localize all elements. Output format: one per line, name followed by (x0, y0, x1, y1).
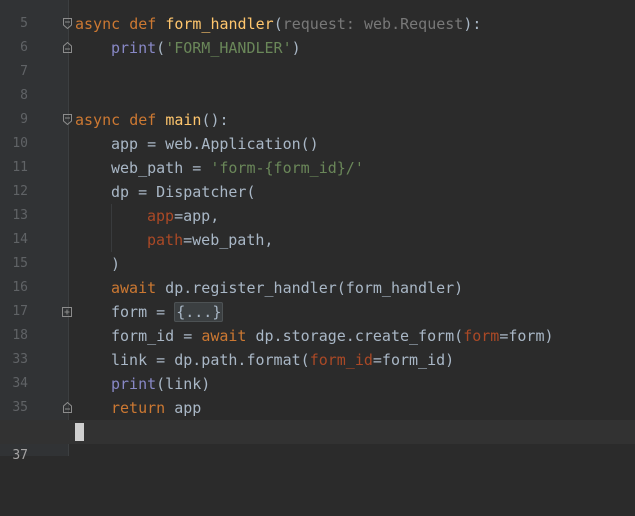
code-lines: 5 6 async def form_handler(request: web.… (0, 0, 635, 463)
code-line[interactable]: 5 (0, 0, 635, 31)
code-line[interactable]: 18 form = {...} (0, 300, 635, 343)
code-line[interactable]: 34 link = dp.path.format(form_id=form_id… (0, 348, 635, 391)
code-line[interactable]: 15 path=web_path, (0, 228, 635, 271)
code-line[interactable]: 12 web_path = 'form-{form_id}/' (0, 156, 635, 199)
fold-end-icon[interactable] (62, 402, 72, 413)
fold-collapse-icon[interactable] (62, 18, 72, 29)
code-line[interactable]: 13 dp = Dispatcher( (0, 180, 635, 223)
folded-region[interactable]: {...} (174, 302, 224, 322)
code-line[interactable]: 16 ) (0, 252, 635, 295)
code-line[interactable]: 9 (0, 84, 635, 127)
fold-end-icon[interactable] (62, 42, 72, 53)
line-number: 37 (12, 448, 28, 463)
current-code-line[interactable]: 37 (0, 420, 635, 463)
fold-collapse-icon[interactable] (62, 114, 72, 125)
code-line[interactable]: 17 await dp.register_handler(form_handle… (0, 276, 635, 319)
code-line[interactable]: 11 app = web.Application() (0, 132, 635, 175)
fold-expand-icon[interactable] (62, 306, 72, 317)
code-editor[interactable]: 5 6 async def form_handler(request: web.… (0, 0, 635, 463)
code-line[interactable]: 8 (0, 60, 635, 103)
code-line[interactable]: 6 async def form_handler(request: web.Re… (0, 12, 635, 55)
code-line[interactable]: 7 print('FORM_HANDLER') (0, 36, 635, 79)
code-line[interactable]: 36 return app (0, 396, 635, 439)
code-line[interactable]: 10 async def main(): (0, 108, 635, 151)
code-line[interactable]: 14 app=app, (0, 204, 635, 247)
code-line[interactable]: 33 form_id = await dp.storage.create_for… (0, 324, 635, 367)
text-cursor (75, 422, 84, 441)
code-line[interactable]: 35 print(link) (0, 372, 635, 415)
